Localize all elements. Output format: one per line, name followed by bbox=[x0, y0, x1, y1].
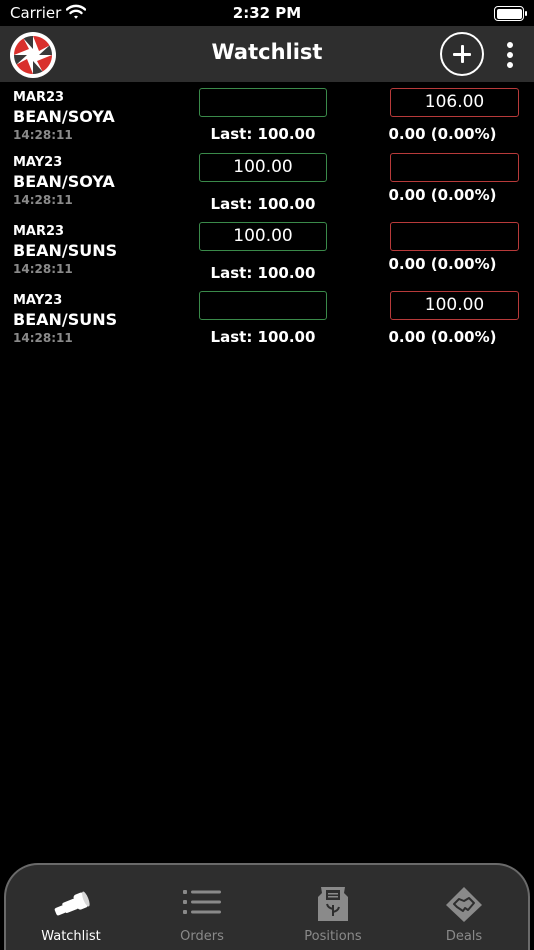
app-header: Watchlist bbox=[0, 26, 534, 82]
ask-price-box[interactable]: 106.00 bbox=[390, 88, 519, 117]
tab-label: Orders bbox=[180, 929, 224, 944]
instrument-symbol: BEAN/SUNS bbox=[13, 310, 118, 329]
bid-price-box[interactable] bbox=[199, 291, 327, 320]
update-time: 14:28:11 bbox=[13, 128, 73, 142]
watchlist-row[interactable]: MAY23 BEAN/SOYA 14:28:11 100.00 Last: 10… bbox=[0, 153, 534, 224]
last-price: Last: 100.00 bbox=[210, 195, 316, 213]
sack-icon bbox=[318, 887, 348, 921]
last-price: Last: 100.00 bbox=[210, 264, 316, 282]
tab-deals[interactable]: Deals bbox=[399, 865, 529, 950]
tab-label: Deals bbox=[445, 929, 483, 944]
tab-positions[interactable]: Positions bbox=[268, 865, 398, 950]
price-change: 0.00 (0.00%) bbox=[388, 186, 497, 204]
instrument-symbol: BEAN/SOYA bbox=[13, 107, 115, 126]
tab-label: Positions bbox=[304, 929, 362, 944]
ask-price-box[interactable]: 100.00 bbox=[390, 291, 519, 320]
contract-month: MAR23 bbox=[13, 90, 65, 105]
ask-price-box[interactable] bbox=[390, 222, 519, 251]
tab-watchlist[interactable]: Watchlist bbox=[6, 865, 136, 950]
watchlist-row[interactable]: MAR23 BEAN/SUNS 14:28:11 100.00 Last: 10… bbox=[0, 222, 534, 293]
price-change: 0.00 (0.00%) bbox=[388, 125, 497, 143]
bid-price-box[interactable]: 100.00 bbox=[199, 153, 327, 182]
battery-icon bbox=[494, 6, 527, 21]
instrument-symbol: BEAN/SOYA bbox=[13, 172, 115, 191]
price-change: 0.00 (0.00%) bbox=[388, 255, 497, 273]
last-price: Last: 100.00 bbox=[210, 328, 316, 346]
bid-price-box[interactable]: 100.00 bbox=[199, 222, 327, 251]
add-button[interactable] bbox=[440, 32, 484, 76]
more-options-icon[interactable] bbox=[503, 40, 517, 70]
bid-price-box[interactable] bbox=[199, 88, 327, 117]
update-time: 14:28:11 bbox=[13, 262, 73, 276]
clock: 2:32 PM bbox=[232, 4, 302, 22]
last-price: Last: 100.00 bbox=[210, 125, 316, 143]
price-change: 0.00 (0.00%) bbox=[388, 328, 497, 346]
update-time: 14:28:11 bbox=[13, 193, 73, 207]
handshake-icon bbox=[446, 887, 482, 922]
list-icon bbox=[183, 890, 221, 914]
update-time: 14:28:11 bbox=[13, 331, 73, 345]
watchlist-row[interactable]: MAR23 BEAN/SOYA 14:28:11 106.00 Last: 10… bbox=[0, 88, 534, 159]
tab-bar: Watchlist Orders Positions Deals bbox=[4, 863, 530, 950]
ask-price-box[interactable] bbox=[390, 153, 519, 182]
contract-month: MAY23 bbox=[13, 155, 63, 170]
watchlist-row[interactable]: MAY23 BEAN/SUNS 14:28:11 100.00 Last: 10… bbox=[0, 291, 534, 362]
contract-month: MAY23 bbox=[13, 293, 63, 308]
telescope-icon bbox=[54, 891, 90, 916]
status-bar: Carrier 2:32 PM bbox=[0, 0, 534, 26]
tab-orders[interactable]: Orders bbox=[137, 865, 267, 950]
instrument-symbol: BEAN/SUNS bbox=[13, 241, 118, 260]
tab-label: Watchlist bbox=[41, 929, 101, 944]
contract-month: MAR23 bbox=[13, 224, 65, 239]
